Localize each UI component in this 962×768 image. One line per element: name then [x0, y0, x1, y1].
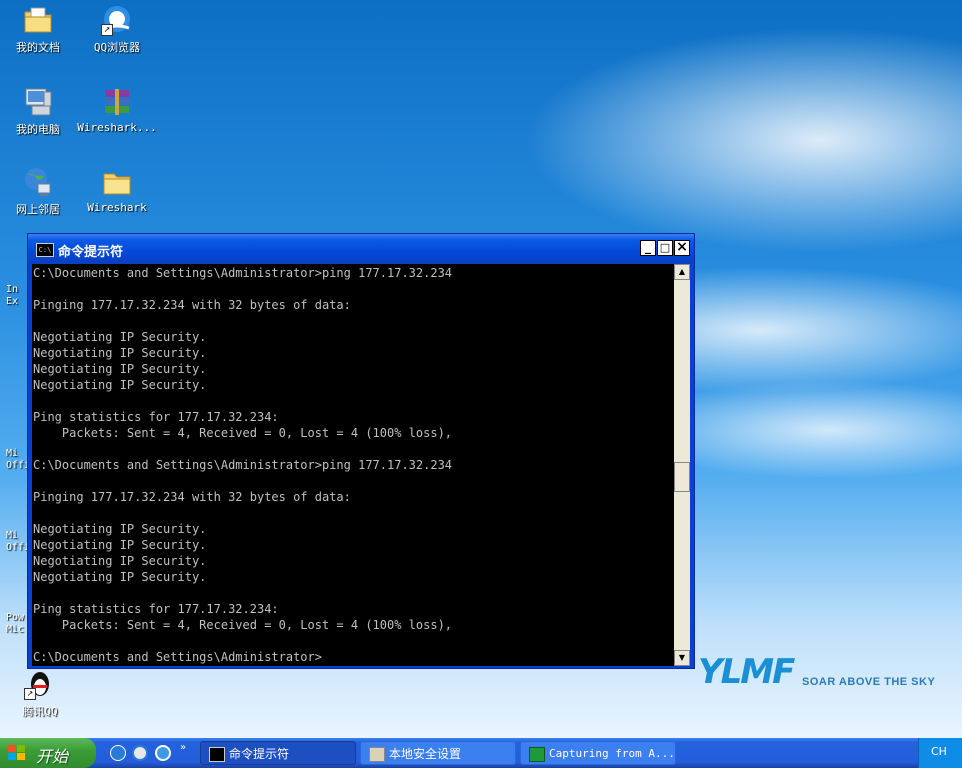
desktop-icon-label: QQ浏览器 — [93, 41, 141, 54]
my-documents-icon — [22, 4, 54, 36]
shortcut-arrow-icon: ↗ — [101, 24, 113, 36]
tencent-qq-icon: ↗ — [24, 668, 56, 700]
network-places-icon — [22, 166, 54, 198]
folder-icon — [101, 166, 133, 198]
taskbar-item-wireshark[interactable]: Capturing from A... — [520, 741, 676, 765]
maximize-button[interactable]: □ — [657, 240, 673, 256]
desktop-icon-label: Wireshark — [87, 201, 147, 214]
wallpaper-brand: YLMF SOAR ABOVE THE SKY — [698, 652, 948, 700]
command-prompt-window[interactable]: C:\ 命令提示符 _ □ × C:\Documents and Setting… — [27, 233, 695, 669]
security-settings-icon — [369, 747, 385, 762]
console-text: C:\Documents and Settings\Administrator>… — [33, 266, 453, 664]
vertical-scrollbar[interactable]: ▲ ▼ — [674, 264, 690, 666]
desktop-icon-tencent-qq[interactable]: ↗ 腾讯QQ — [0, 668, 80, 719]
shortcut-arrow-icon: ↗ — [24, 688, 36, 700]
desktop-icon-qq-browser[interactable]: ↗ QQ浏览器 — [77, 4, 157, 55]
ie-quicklaunch-icon[interactable] — [110, 745, 126, 761]
qq-browser-icon: ↗ — [101, 4, 133, 36]
winrar-archive-icon — [101, 86, 133, 118]
windows-flag-icon — [8, 745, 26, 761]
desktop-icon-wireshark-folder[interactable]: Wireshark — [77, 166, 157, 214]
taskbar-item-security-settings[interactable]: 本地安全设置 — [360, 741, 516, 765]
console-icon: C:\ — [36, 243, 54, 257]
browser-quicklaunch-icon[interactable] — [132, 745, 148, 761]
close-button[interactable]: × — [674, 240, 690, 256]
scroll-up-arrow-icon[interactable]: ▲ — [674, 264, 690, 280]
console-icon — [209, 747, 225, 762]
wireshark-icon — [529, 747, 545, 762]
start-button[interactable]: 开始 — [0, 738, 96, 768]
brand-tagline: SOAR ABOVE THE SKY — [802, 676, 936, 688]
desktop-icon-my-documents[interactable]: 我的文档 — [0, 4, 78, 55]
scroll-thumb[interactable] — [674, 462, 690, 492]
taskbar-item-cmd[interactable]: 命令提示符 — [200, 741, 356, 765]
scroll-down-arrow-icon[interactable]: ▼ — [674, 650, 690, 666]
window-title: 命令提示符 — [58, 245, 124, 260]
desktop-icon-wireshark-archive[interactable]: Wireshark... — [77, 86, 157, 134]
desktop-icon-label: 我的文档 — [16, 41, 60, 54]
window-titlebar[interactable]: C:\ 命令提示符 _ □ × — [28, 234, 694, 264]
taskbar-item-label: Capturing from A... — [549, 747, 675, 760]
my-computer-icon — [22, 86, 54, 118]
console-output[interactable]: C:\Documents and Settings\Administrator>… — [32, 264, 674, 666]
system-tray: CH — [918, 738, 962, 768]
minimize-button[interactable]: _ — [640, 240, 656, 256]
desktop-icon-network-places[interactable]: 网上邻居 — [0, 166, 78, 217]
start-label: 开始 — [36, 747, 69, 766]
taskbar-item-label: 命令提示符 — [229, 747, 290, 761]
taskbar-item-label: 本地安全设置 — [389, 747, 462, 761]
taskbar: 开始 » 命令提示符 本地安全设置 Capturing from A... CH — [0, 738, 962, 768]
desktop-icon-my-computer[interactable]: 我的电脑 — [0, 86, 78, 137]
desktop-icon-label: 网上邻居 — [16, 203, 60, 216]
desktop-icon-label: 我的电脑 — [16, 123, 60, 136]
language-indicator[interactable]: CH — [931, 745, 947, 758]
desktop-icon-label: Wireshark... — [77, 121, 157, 134]
desktop-icon-label: 腾讯QQ — [22, 705, 58, 718]
brand-logo: YLMF — [698, 652, 795, 692]
quicklaunch-expand-icon[interactable]: » — [180, 742, 186, 753]
qq-browser-quicklaunch-icon[interactable] — [155, 745, 171, 761]
